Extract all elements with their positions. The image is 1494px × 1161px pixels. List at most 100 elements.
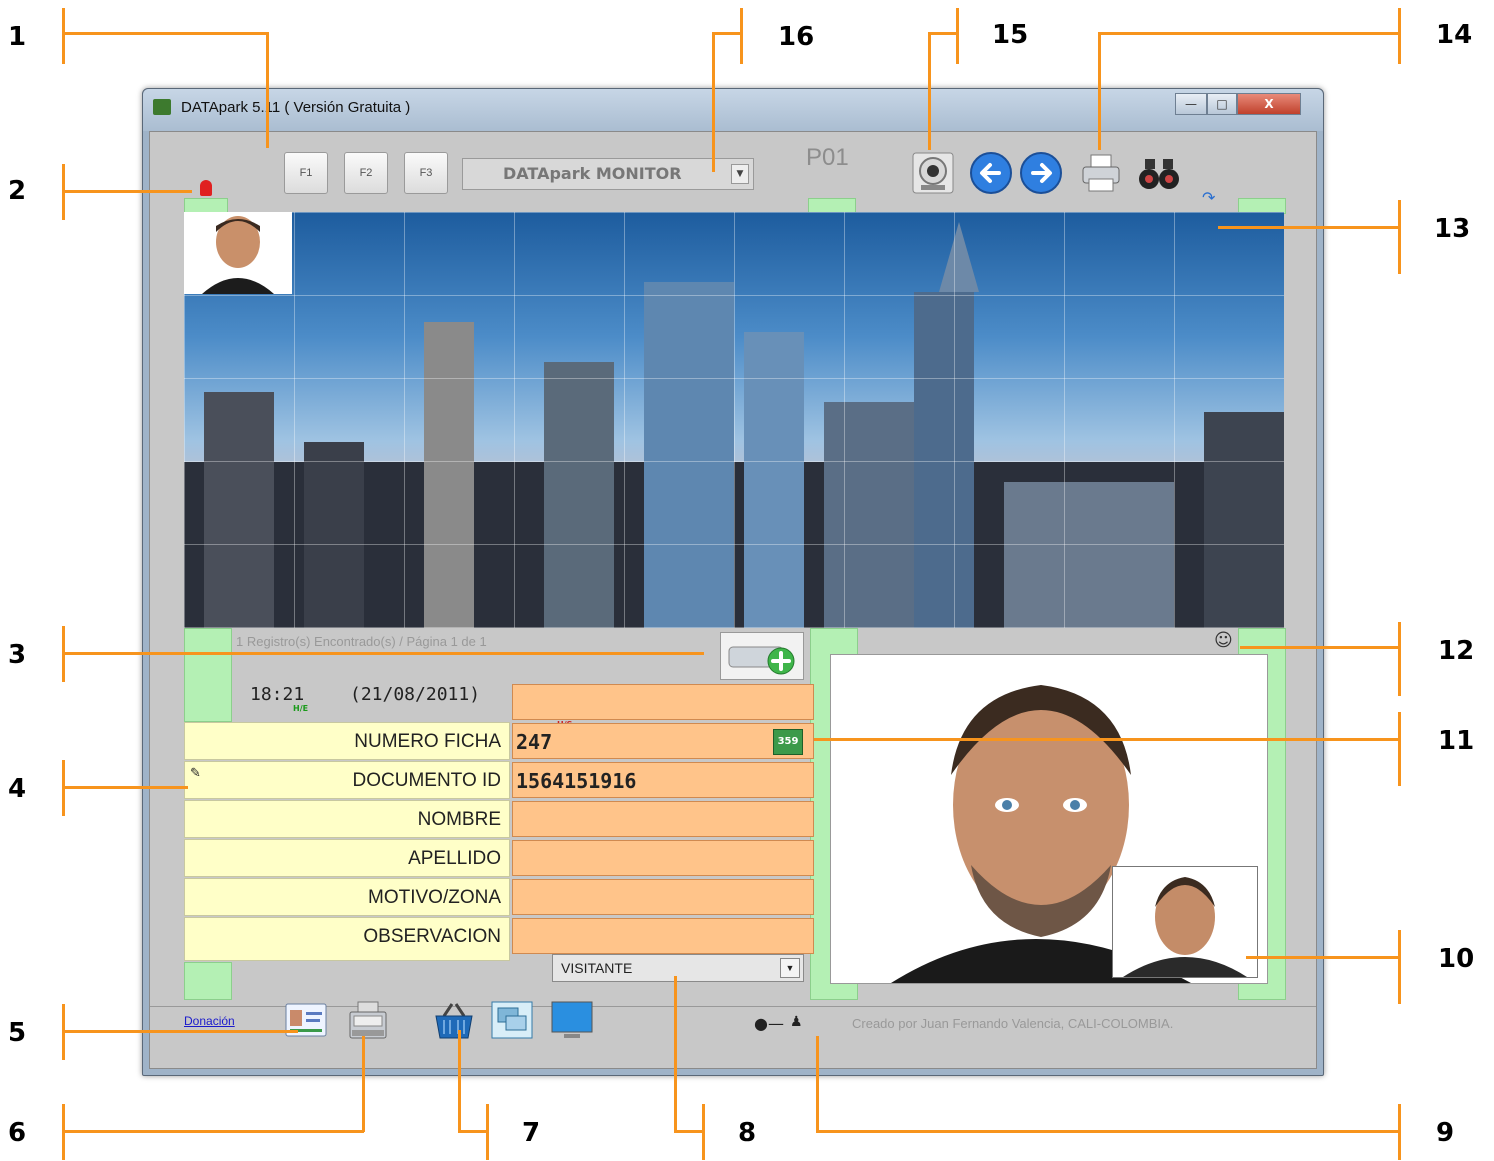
callout-line: [1218, 226, 1400, 229]
close-button[interactable]: X: [1237, 93, 1301, 115]
callout-line: [62, 1130, 364, 1133]
callout-line: [62, 626, 65, 682]
person-photo-small: [1112, 866, 1258, 978]
callout-number: 3: [8, 640, 27, 670]
callout-line: [458, 1130, 488, 1133]
callout-line: [1246, 956, 1400, 959]
callout-number: 1: [8, 22, 27, 52]
motivo-zona-field[interactable]: [512, 879, 814, 915]
credits-text: Creado por Juan Fernando Valencia, CALI-…: [852, 1016, 1174, 1031]
main-panel: F1 F2 F3 DATApark MONITOR ▼ P01 ↷ 1 Regi…: [149, 131, 1317, 1069]
screens-icon: [491, 1001, 533, 1039]
chevron-down-icon[interactable]: ▼: [780, 958, 800, 978]
callout-line: [62, 1030, 298, 1033]
f2-button[interactable]: F2: [344, 152, 388, 194]
basket-button[interactable]: [432, 998, 476, 1042]
callout-number: 8: [738, 1118, 757, 1148]
callout-number: 15: [992, 20, 1029, 50]
callout-line: [62, 760, 65, 816]
add-icon: [728, 646, 795, 675]
green-tab: [184, 962, 232, 1000]
nombre-field[interactable]: [512, 801, 814, 837]
binoculars-icon: [1139, 159, 1179, 189]
smiley-icon[interactable]: ☺: [1214, 630, 1233, 651]
callout-line: [1398, 1104, 1401, 1160]
callout-line: [814, 738, 1400, 741]
callout-line: [362, 1036, 365, 1132]
webcam-button[interactable]: [910, 150, 956, 196]
observacion-field[interactable]: [512, 918, 814, 954]
callout-line: [62, 164, 65, 220]
callout-line: [62, 1004, 65, 1060]
callout-number: 9: [1436, 1118, 1455, 1148]
numero-ficha-field[interactable]: 247 359: [512, 723, 814, 759]
callout-number: 14: [1436, 20, 1473, 50]
key-icon[interactable]: ●—: [754, 1014, 784, 1033]
callout-line: [62, 32, 268, 35]
donation-link[interactable]: Donación: [184, 1014, 235, 1028]
monitor-icon: [551, 1001, 593, 1038]
app-icon: [153, 99, 171, 115]
callout-number: 13: [1434, 214, 1471, 244]
window-title: DATApark 5.11 ( Versión Gratuita ): [181, 99, 411, 116]
callout-line: [62, 190, 192, 193]
f3-button[interactable]: F3: [404, 152, 448, 194]
search-button[interactable]: [1136, 150, 1182, 196]
previous-button[interactable]: [968, 150, 1014, 196]
basket-icon: [435, 1003, 473, 1039]
refresh-icon[interactable]: ↷: [1202, 188, 1215, 207]
callout-line: [62, 1104, 65, 1160]
add-record-button[interactable]: [720, 632, 804, 680]
minimize-button[interactable]: —: [1175, 93, 1207, 115]
print-button[interactable]: [1078, 150, 1124, 196]
exit-time-field[interactable]: H/S: [512, 684, 814, 729]
edit-pencil-icon: ✎: [190, 766, 201, 781]
title-bar[interactable]: DATApark 5.11 ( Versión Gratuita ) — □ X: [143, 89, 1323, 131]
id-card-icon: [285, 1003, 327, 1037]
callout-number: 4: [8, 774, 27, 804]
grid-overlay: [184, 212, 1284, 628]
callout-line: [816, 1130, 1400, 1133]
callout-line: [702, 1104, 705, 1160]
cash-register-button[interactable]: [346, 998, 390, 1042]
record-status: 1 Registro(s) Encontrado(s) / Página 1 d…: [236, 634, 487, 649]
callout-number: 2: [8, 176, 27, 206]
label-numero-ficha: NUMERO FICHA: [184, 722, 510, 760]
callout-line: [62, 786, 188, 789]
callout-line: [1398, 712, 1401, 786]
callout-line: [740, 8, 743, 64]
label-observacion: OBSERVACION: [184, 917, 510, 961]
visitor-type-select[interactable]: VISITANTE ▼: [552, 954, 804, 982]
callout-number: 7: [522, 1118, 541, 1148]
apellido-field[interactable]: [512, 840, 814, 876]
next-button[interactable]: [1018, 150, 1064, 196]
callout-line: [712, 32, 742, 35]
printer-icon: [1082, 154, 1120, 192]
entry-date: (21/08/2011): [350, 684, 481, 705]
label-motivo-zona: MOTIVO/ZONA: [184, 878, 510, 916]
callout-line: [928, 32, 958, 35]
callout-line: [928, 32, 931, 150]
id-card-button[interactable]: [284, 998, 328, 1042]
maximize-button[interactable]: □: [1207, 93, 1237, 115]
callout-line: [712, 32, 715, 172]
station-id: P01: [806, 144, 849, 171]
label-documento-id: DOCUMENTO ID: [184, 761, 510, 799]
monitor-select-value: DATApark MONITOR: [503, 164, 682, 183]
user-icon[interactable]: ♟: [790, 1014, 803, 1030]
ficha-badge-icon[interactable]: 359: [773, 729, 803, 755]
callout-line: [486, 1104, 489, 1160]
f1-button[interactable]: F1: [284, 152, 328, 194]
monitor-button[interactable]: [550, 998, 594, 1042]
callout-line: [62, 8, 65, 64]
arrow-right-icon: [1020, 152, 1062, 194]
documento-id-field[interactable]: 1564151916: [512, 762, 814, 798]
callout-number: 6: [8, 1118, 27, 1148]
label-nombre: NOMBRE: [184, 800, 510, 838]
cash-register-icon: [349, 1001, 387, 1039]
screens-button[interactable]: [490, 998, 534, 1042]
callout-line: [1398, 622, 1401, 696]
chevron-down-icon[interactable]: ▼: [731, 164, 749, 184]
callout-number: 5: [8, 1018, 27, 1048]
monitor-select[interactable]: DATApark MONITOR ▼: [462, 158, 754, 190]
